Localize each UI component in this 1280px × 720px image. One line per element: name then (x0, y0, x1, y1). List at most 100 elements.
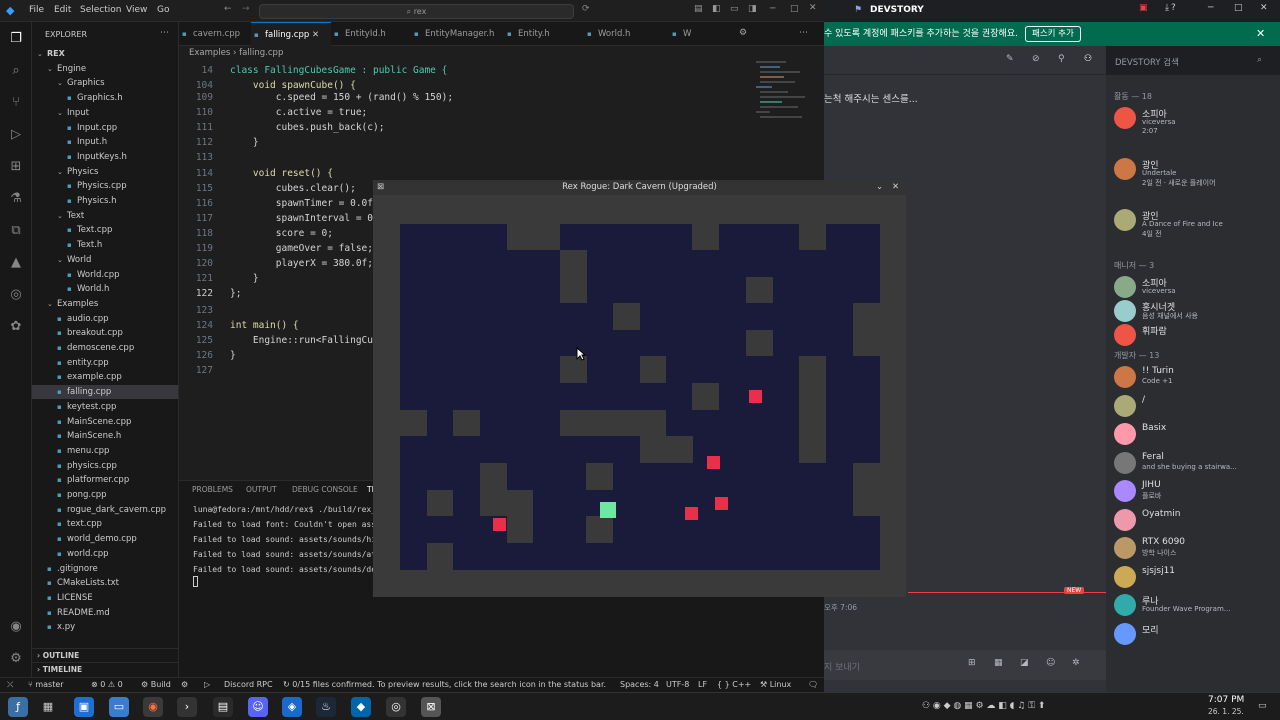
code-line[interactable]: 115 cubes.clear(); (179, 181, 356, 196)
tab-file[interactable]: ▪ cavern.cpp (179, 22, 251, 46)
download-icon[interactable]: ⤓ (1165, 3, 1169, 13)
tray-icons[interactable]: ⚇ ◉ ◆ ◍ ▦ ⚙ ☁ ◧ ◖ ♫ ⚿ ⬆ (922, 701, 1045, 711)
cmake-icon[interactable]: ▲ (8, 255, 24, 271)
docker-icon[interactable]: ✿ (8, 319, 24, 335)
help-icon[interactable]: ? (1171, 3, 1176, 13)
tree-file[interactable]: ▪ MainScene.cpp (32, 415, 178, 429)
source-control-icon[interactable]: ⑂ (8, 95, 24, 111)
tree-folder[interactable]: ⌄ Physics (32, 165, 178, 179)
tree-file[interactable]: ▪ LICENSE (32, 591, 178, 605)
member-item[interactable]: Basix (1114, 421, 1280, 447)
game-canvas[interactable] (373, 195, 906, 597)
message-input[interactable]: 지 보내기 ⊞ ▦ ◪ ☺ ✲ (824, 650, 1106, 680)
problems-status[interactable]: ⊗ 0 ⚠ 0 (91, 680, 123, 689)
terminal-icon[interactable]: › (177, 697, 197, 717)
panel-right-icon[interactable]: ◨ (748, 4, 757, 14)
tab-file[interactable]: ▪ falling.cpp ✕ (251, 22, 331, 46)
menu-file[interactable]: File (29, 5, 44, 15)
files-icon[interactable]: ▭ (109, 697, 129, 717)
tree-file[interactable]: ▪ world.cpp (32, 547, 178, 561)
tree-folder[interactable]: ⌄ REX (32, 47, 178, 61)
eol-status[interactable]: LF (698, 680, 707, 689)
fedora-start-icon[interactable]: ƒ (8, 697, 28, 717)
code-line[interactable]: 123 (179, 303, 230, 318)
minimize-icon[interactable]: ─ (1208, 3, 1213, 13)
vscode-taskbar-icon[interactable]: ◆ (351, 697, 371, 717)
back-arrow-icon[interactable]: ← (224, 4, 232, 14)
code-line[interactable]: 126} (179, 348, 236, 363)
member-item[interactable]: 모리 (1114, 621, 1280, 647)
more-actions-icon[interactable]: ⋯ (160, 28, 169, 38)
code-line[interactable]: 121 } (179, 271, 259, 286)
notifications-icon[interactable]: 🗨 (808, 680, 818, 689)
member-item[interactable]: 광인 A Dance of Fire and Ice 4일 전 (1114, 207, 1280, 238)
clock-time[interactable]: 7:07 PM (1208, 695, 1244, 705)
explorer-icon[interactable]: ❐ (8, 31, 24, 47)
tree-file[interactable]: ▪ rogue_dark_cavern.cpp (32, 503, 178, 517)
tree-file[interactable]: ▪ x.py (32, 620, 178, 634)
tab-debug-console[interactable]: DEBUG CONSOLE (292, 485, 358, 494)
add-passkey-button[interactable]: 패스키 추가 (1025, 26, 1081, 42)
obs-icon[interactable]: ◎ (386, 697, 406, 717)
search-icon[interactable]: ⌕ (8, 63, 24, 79)
tree-file[interactable]: ▪ menu.cpp (32, 444, 178, 458)
code-line[interactable]: 120 playerX = 380.0f; (179, 256, 373, 271)
firefox-icon[interactable]: ◉ (143, 697, 163, 717)
close-icon[interactable]: ✕ (892, 180, 899, 195)
tree-file[interactable]: ▪ MainScene.h (32, 429, 178, 443)
tree-folder[interactable]: ⌄ Examples (32, 297, 178, 311)
gif-icon[interactable]: ▦ (994, 658, 1003, 668)
member-item[interactable]: 루나 Founder Wave Program... (1114, 592, 1280, 618)
forward-arrow-icon[interactable]: → (242, 4, 250, 14)
tree-file[interactable]: ▪ Physics.h (32, 194, 178, 208)
tree-file[interactable]: ▪ README.md (32, 606, 178, 620)
member-item[interactable]: / (1114, 393, 1280, 419)
os-status[interactable]: ⚒ Linux (760, 680, 791, 689)
member-item[interactable]: 소피아 viceversa 2:07 (1114, 105, 1280, 135)
close-icon[interactable]: ✕ (1260, 3, 1268, 13)
github-icon[interactable]: ◎ (8, 287, 24, 303)
tree-file[interactable]: ▪ Physics.cpp (32, 179, 178, 193)
emoji-icon[interactable]: ☺ (1046, 658, 1055, 668)
tree-file[interactable]: ▪ keytest.cpp (32, 400, 178, 414)
minimap[interactable] (752, 58, 815, 178)
panel-left-icon[interactable]: ◧ (712, 4, 721, 14)
menu-go[interactable]: Go (157, 5, 169, 15)
member-item[interactable]: Feral and she buying a stairwa... (1114, 450, 1280, 476)
tree-file[interactable]: ▪ CMakeLists.txt (32, 576, 178, 590)
tree-file[interactable]: ▪ Text.h (32, 238, 178, 252)
command-center-search[interactable]: ⌕ rex (259, 4, 574, 19)
show-desktop-icon[interactable]: ▭ (1258, 701, 1267, 711)
layout-icon[interactable]: ▤ (694, 4, 703, 14)
tree-file[interactable]: ▪ text.cpp (32, 517, 178, 531)
code-line[interactable]: 127 (179, 363, 230, 378)
tab-problems[interactable]: PROBLEMS (192, 485, 233, 494)
close-icon[interactable]: ✕ (809, 3, 817, 13)
close-tab-icon[interactable]: ✕ (309, 30, 319, 40)
code-line[interactable]: 116 spawnTimer = 0.0f (179, 196, 373, 211)
remote-icon[interactable]: ⧉ (8, 223, 24, 239)
tree-file[interactable]: ▪ falling.cpp (32, 385, 178, 400)
tab-file[interactable]: ▪ World.h (584, 22, 669, 46)
browser-icon[interactable]: ◈ (282, 697, 302, 717)
discord-rpc-status[interactable]: Discord RPC (224, 680, 273, 689)
member-item[interactable]: sjsjsj11 (1114, 564, 1280, 590)
tree-file[interactable]: ▪ entity.cpp (32, 356, 178, 370)
maximize-icon[interactable]: □ (790, 4, 799, 14)
tab-file[interactable]: ▪ W (669, 22, 709, 46)
menu-selection[interactable]: Selection (80, 5, 121, 15)
gift-icon[interactable]: ⊞ (968, 658, 976, 668)
minimize-icon[interactable]: ─ (770, 4, 775, 14)
copilot-icon[interactable]: ⟳ (582, 4, 590, 14)
minimize-icon[interactable]: ⌄ (876, 180, 883, 195)
apps-icon[interactable]: ✲ (1072, 658, 1080, 668)
indent-status[interactable]: Spaces: 4 (620, 680, 659, 689)
code-line[interactable]: 110 c.active = true; (179, 105, 367, 120)
x11-window-icon[interactable]: ⊠ (421, 697, 441, 717)
branch-status[interactable]: ⑂ master (28, 680, 64, 689)
member-item[interactable]: 홍시너겟 음성 채널에서 사용 (1114, 298, 1280, 324)
member-item[interactable]: 광인 Undertale 2일 전 · 새로운 플레이어 (1114, 156, 1280, 187)
tab-file[interactable]: ▪ EntityManager.h (411, 22, 504, 46)
server-search[interactable]: DEVSTORY 검색 ⌕ (1108, 53, 1272, 71)
code-line[interactable]: 119 gameOver = false; (179, 241, 373, 256)
